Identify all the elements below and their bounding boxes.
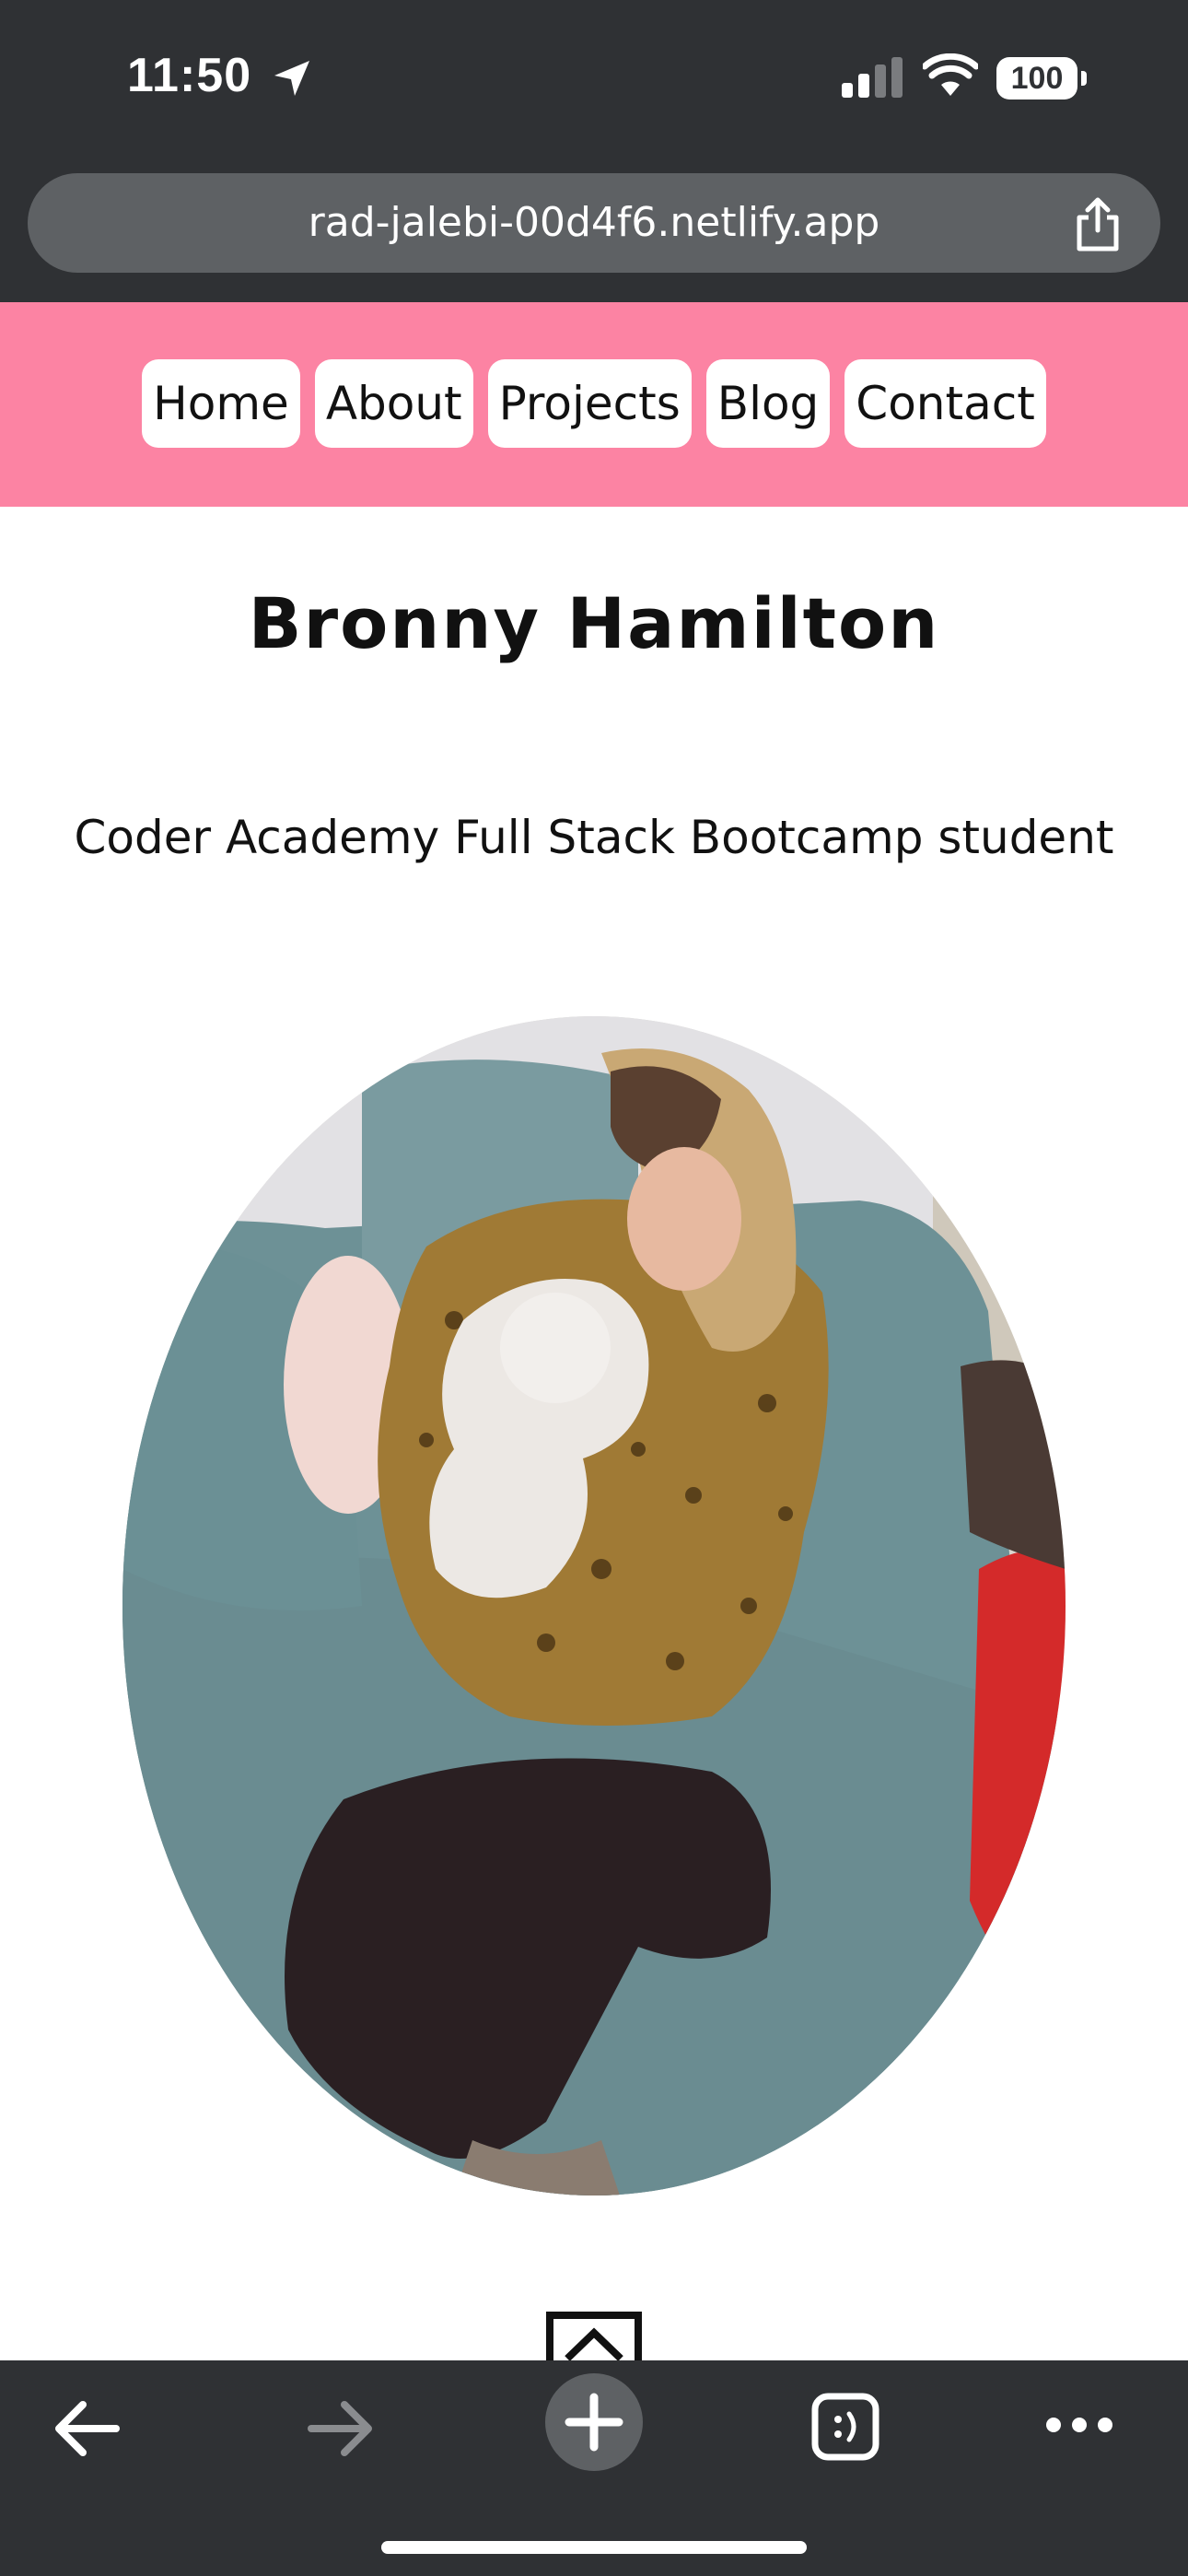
nav-contact-button[interactable]: Contact: [844, 359, 1046, 448]
location-arrow-icon: [274, 61, 309, 96]
nav-projects-button[interactable]: Projects: [487, 359, 692, 448]
forward-arrow-icon[interactable]: [306, 2397, 376, 2460]
site-nav: Home About Projects Blog Contact: [0, 302, 1188, 507]
battery-tip: [1081, 71, 1087, 86]
status-time: 11:50: [127, 49, 252, 102]
share-icon[interactable]: [1072, 197, 1124, 252]
more-menu-icon[interactable]: [1044, 2414, 1114, 2436]
battery-icon: 100: [996, 57, 1077, 100]
wifi-icon: [923, 53, 978, 96]
nav-buttons: Home About Projects Blog Contact: [0, 359, 1188, 448]
address-bar[interactable]: rad-jalebi-00d4f6.netlify.app: [28, 173, 1160, 273]
page-subtitle: Coder Academy Full Stack Bootcamp studen…: [74, 811, 1114, 864]
tabs-icon[interactable]: [810, 2392, 880, 2462]
nav-blog-button[interactable]: Blog: [705, 359, 831, 448]
page-title: Bronny Hamilton: [248, 582, 940, 664]
nav-about-button[interactable]: About: [314, 359, 473, 448]
home-indicator: [381, 2541, 807, 2554]
url-text[interactable]: rad-jalebi-00d4f6.netlify.app: [28, 173, 1160, 273]
nav-home-button[interactable]: Home: [142, 359, 300, 448]
new-tab-plus-icon[interactable]: [545, 2373, 643, 2471]
browser-top-chrome: 11:50 100 rad-jalebi-00d4f6.netlify.app: [0, 0, 1188, 302]
profile-photo: [122, 1016, 1066, 2195]
cellular-signal-icon: [842, 57, 903, 98]
scroll-to-top-icon[interactable]: [545, 2311, 643, 2362]
back-arrow-icon[interactable]: [52, 2397, 122, 2460]
